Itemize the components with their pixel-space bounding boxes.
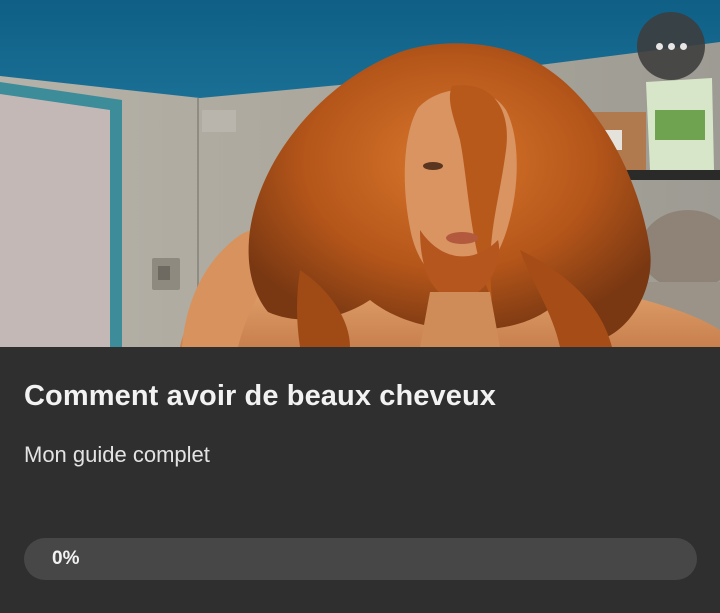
course-title: Comment avoir de beaux cheveux <box>24 380 496 412</box>
card-details: Comment avoir de beaux cheveux Mon guide… <box>0 347 720 613</box>
progress-label: 0% <box>52 548 80 569</box>
cover-illustration <box>0 0 720 347</box>
more-horizontal-icon <box>655 42 687 50</box>
progress-bar: 0% <box>24 538 697 580</box>
course-card[interactable]: Comment avoir de beaux cheveux Mon guide… <box>0 0 720 613</box>
more-options-button[interactable] <box>637 12 705 80</box>
course-subtitle: Mon guide complet <box>24 442 210 467</box>
cover-image <box>0 0 720 347</box>
